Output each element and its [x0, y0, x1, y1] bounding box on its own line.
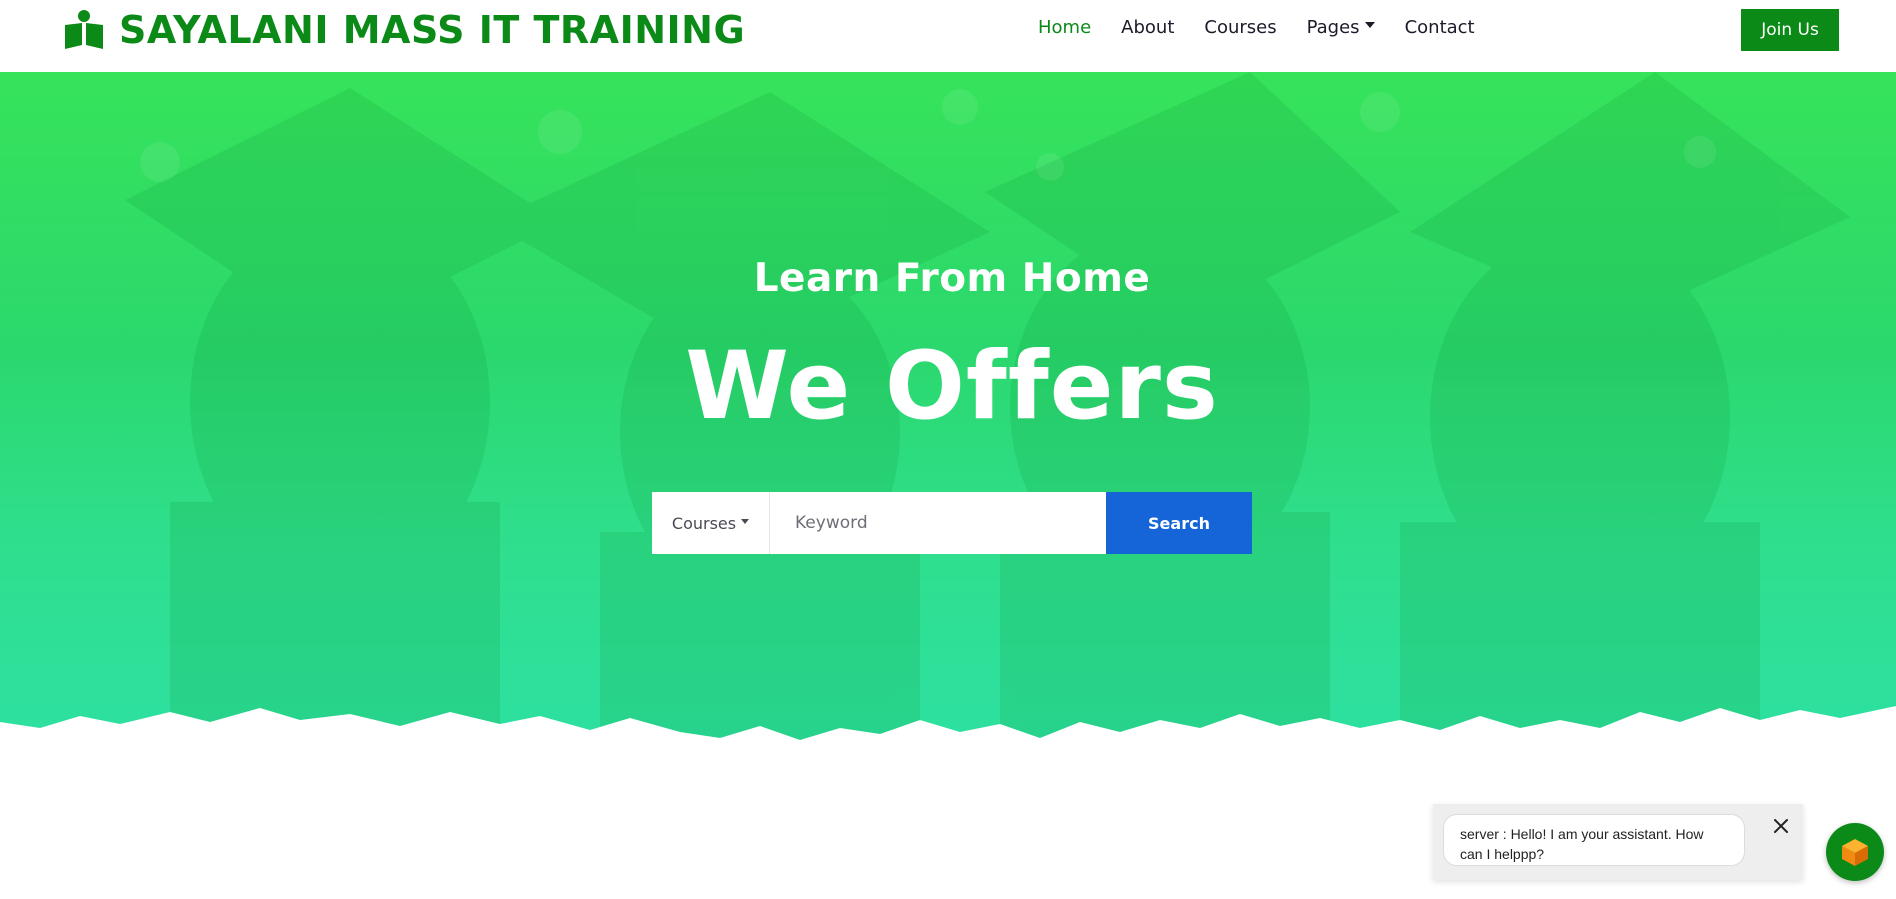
chevron-down-icon [741, 518, 750, 524]
book-reader-icon [65, 10, 103, 49]
brand-logo[interactable]: SAYALANI MASS IT TRAINING [63, 8, 745, 52]
course-search-form: Courses Search [652, 492, 1252, 554]
brand-name: SAYALANI MASS IT TRAINING [119, 8, 746, 52]
cube-icon [1842, 839, 1868, 866]
nav-home[interactable]: Home [1038, 17, 1091, 38]
nav-pages-dropdown[interactable]: Pages [1307, 17, 1375, 38]
hero-title: We Offers [685, 332, 1219, 441]
keyword-search-input[interactable] [770, 492, 1106, 554]
join-us-button[interactable]: Join Us [1741, 9, 1839, 51]
category-dropdown[interactable]: Courses [652, 492, 770, 554]
search-button[interactable]: Search [1106, 492, 1252, 554]
category-dropdown-label: Courses [671, 513, 737, 533]
chat-message: server : Hello! I am your assistant. How… [1443, 814, 1745, 866]
hero-subtitle: Learn From Home [753, 256, 1151, 301]
chat-popup: server : Hello! I am your assistant. How… [1433, 804, 1803, 880]
navbar: SAYALANI MASS IT TRAINING Home About Cou… [0, 0, 1896, 72]
nav-about[interactable]: About [1121, 17, 1174, 38]
chevron-down-icon [1364, 21, 1375, 28]
nav-contact[interactable]: Contact [1405, 17, 1475, 38]
close-icon[interactable] [1771, 816, 1791, 836]
chat-launcher-button[interactable] [1826, 823, 1884, 881]
hero-banner: Learn From Home We Offers Courses Search [0, 72, 1896, 762]
nav-courses[interactable]: Courses [1204, 17, 1276, 38]
main-nav: Home About Courses Pages Contact [1038, 17, 1505, 38]
nav-pages-label: Pages [1306, 17, 1360, 38]
